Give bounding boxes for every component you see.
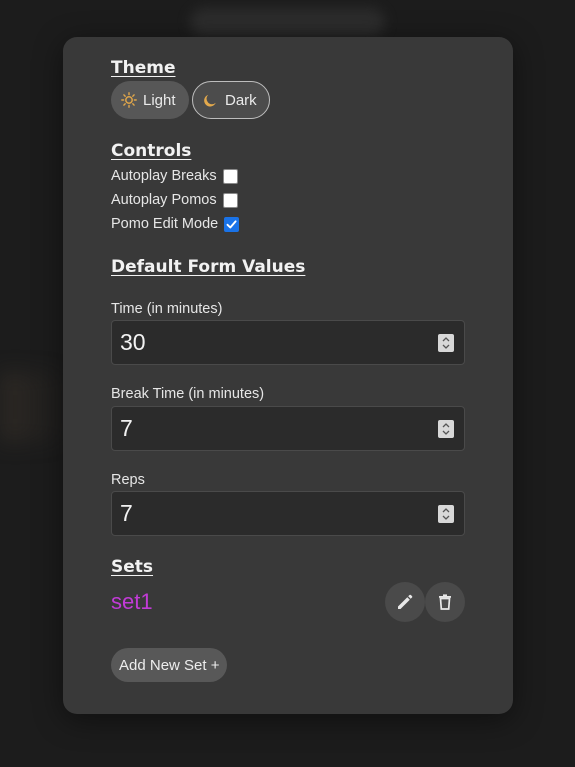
- checkmark-icon: [226, 219, 237, 228]
- time-spinner[interactable]: [438, 334, 454, 352]
- pomo-edit-mode-label: Pomo Edit Mode: [111, 216, 219, 232]
- break-time-label: Break Time (in minutes): [111, 386, 265, 402]
- blurred-background-title: [190, 8, 385, 36]
- sun-icon: [121, 92, 137, 108]
- theme-light-label: Light: [143, 91, 176, 109]
- reps-input-value: 7: [120, 500, 133, 526]
- moon-icon: [203, 92, 219, 108]
- pomo-edit-mode-row: Pomo Edit Mode: [111, 216, 240, 232]
- theme-heading: Theme: [111, 58, 176, 78]
- break-time-input-value: 7: [120, 415, 133, 441]
- reps-label: Reps: [111, 472, 145, 488]
- time-input[interactable]: 30: [111, 320, 465, 365]
- spinner-arrows-icon: [442, 508, 450, 520]
- autoplay-breaks-label: Autoplay Breaks: [111, 168, 217, 184]
- autoplay-breaks-row: Autoplay Breaks: [111, 168, 238, 184]
- autoplay-breaks-checkbox[interactable]: [222, 168, 238, 184]
- break-time-spinner[interactable]: [438, 420, 454, 438]
- theme-dark-label: Dark: [225, 91, 257, 109]
- theme-toggle-group: Light Dark: [111, 81, 270, 119]
- time-label: Time (in minutes): [111, 301, 223, 317]
- pomo-edit-mode-checkbox[interactable]: [224, 216, 240, 232]
- pencil-icon: [398, 594, 413, 609]
- edit-set-button[interactable]: [385, 582, 425, 622]
- controls-heading: Controls: [111, 141, 192, 161]
- time-input-value: 30: [120, 329, 146, 355]
- blurred-background-row: [0, 372, 70, 442]
- autoplay-pomos-label: Autoplay Pomos: [111, 192, 217, 208]
- reps-spinner[interactable]: [438, 505, 454, 523]
- theme-dark-button[interactable]: Dark: [192, 81, 270, 119]
- add-new-set-button[interactable]: Add New Set +: [111, 648, 228, 682]
- sets-heading: Sets: [111, 557, 154, 577]
- autoplay-pomos-checkbox[interactable]: [222, 192, 238, 208]
- spinner-arrows-icon: [442, 423, 450, 435]
- settings-panel: Theme Light Dark Controls Autoplay Break…: [63, 37, 513, 714]
- break-time-input[interactable]: 7: [111, 406, 465, 451]
- reps-input[interactable]: 7: [111, 491, 465, 536]
- theme-light-button[interactable]: Light: [111, 81, 189, 119]
- set-item-name[interactable]: set1: [111, 589, 153, 615]
- trash-icon: [439, 594, 451, 610]
- delete-set-button[interactable]: [425, 582, 465, 622]
- default-form-values-heading: Default Form Values: [111, 257, 306, 277]
- spinner-arrows-icon: [442, 337, 450, 349]
- autoplay-pomos-row: Autoplay Pomos: [111, 192, 238, 208]
